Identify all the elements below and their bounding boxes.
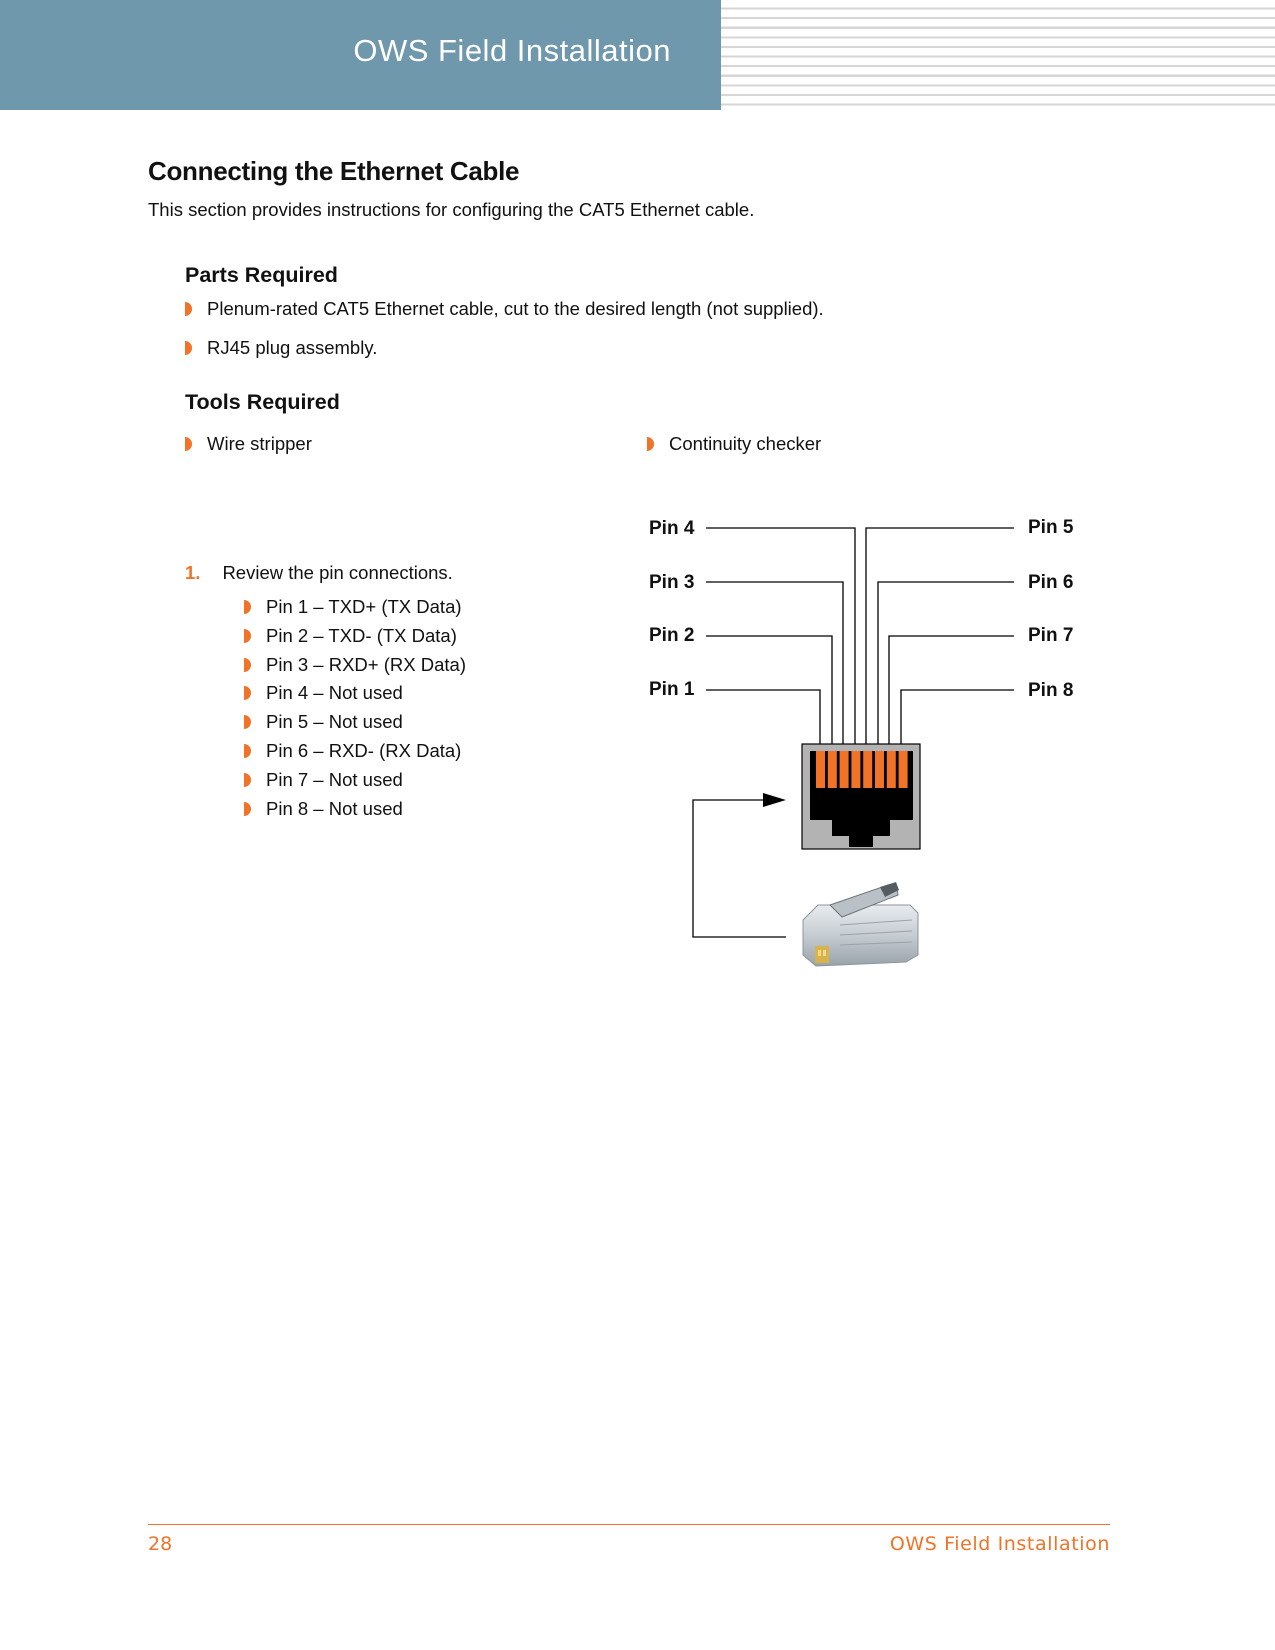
list-item-text: Plenum-rated CAT5 Ethernet cable, cut to… bbox=[207, 298, 824, 319]
pin-4-line bbox=[706, 527, 856, 745]
arrow-right-icon bbox=[692, 793, 786, 938]
bullet-icon bbox=[244, 801, 251, 816]
pin-label-3: Pin 3 bbox=[649, 572, 694, 593]
pin-list-item-text: Pin 3 – RXD+ (RX Data) bbox=[266, 653, 466, 675]
list-item: Continuity checker bbox=[647, 433, 821, 455]
pin-list-item-text: Pin 5 – Not used bbox=[266, 711, 403, 733]
header-bar: OWS Field Installation bbox=[0, 0, 721, 110]
pin-label-7: Pin 7 bbox=[1028, 625, 1073, 646]
bullet-icon bbox=[244, 657, 251, 672]
jack-contact-2 bbox=[827, 751, 837, 788]
jack-contact-7 bbox=[886, 751, 896, 788]
pin-list-item: Pin 5 – Not used bbox=[244, 711, 403, 733]
list-item-text: Continuity checker bbox=[669, 433, 822, 454]
list-item: RJ45 plug assembly. bbox=[185, 337, 377, 359]
list-item: Plenum-rated CAT5 Ethernet cable, cut to… bbox=[185, 298, 824, 320]
parts-required-heading: Parts Required bbox=[185, 263, 338, 287]
pin-7-line bbox=[888, 635, 1014, 745]
jack-contact-8 bbox=[898, 751, 908, 788]
pin-list-item-text: Pin 2 – TXD- (TX Data) bbox=[266, 624, 457, 646]
jack-contact-5 bbox=[863, 751, 873, 788]
list-item: Wire stripper bbox=[185, 433, 312, 455]
bullet-icon bbox=[647, 437, 654, 451]
jack-contact-4 bbox=[851, 751, 861, 788]
section-intro: This section provides instructions for c… bbox=[148, 199, 755, 220]
list-item-text: Wire stripper bbox=[207, 433, 312, 454]
pin-list-item-text: Pin 8 – Not used bbox=[266, 797, 403, 819]
bullet-icon bbox=[244, 628, 251, 643]
bullet-icon bbox=[244, 715, 251, 730]
pin-list-item-text: Pin 6 – RXD- (RX Data) bbox=[266, 740, 462, 761]
rj45-jack-icon bbox=[801, 743, 921, 850]
pin-list-item-text: Pin 7 – Not used bbox=[266, 768, 403, 790]
pin-3-line bbox=[706, 581, 844, 745]
page-number: 28 bbox=[148, 1533, 173, 1555]
header-title: OWS Field Installation bbox=[353, 33, 671, 68]
bullet-icon bbox=[185, 302, 192, 316]
rj45-pinout-diagram: Pin 4 Pin 3 Pin 2 Pin 1 Pin 5 Pin 6 Pin … bbox=[649, 517, 1074, 967]
jack-contact-6 bbox=[875, 751, 884, 788]
jack-contact-3 bbox=[839, 751, 849, 788]
rj45-plug-icon bbox=[802, 882, 919, 967]
bullet-icon bbox=[185, 341, 192, 355]
pin-2-line bbox=[706, 635, 833, 745]
bullet-icon bbox=[244, 686, 251, 701]
pin-label-8: Pin 8 bbox=[1028, 680, 1073, 701]
pin-list-item: Pin 2 – TXD- (TX Data) bbox=[244, 625, 457, 647]
pin-list-item: Pin 8 – Not used bbox=[244, 798, 403, 820]
pin-list-item: Pin 7 – Not used bbox=[244, 769, 403, 791]
footer-divider bbox=[148, 1524, 1110, 1525]
footer-title: OWS Field Installation bbox=[889, 1533, 1110, 1555]
pin-1-line bbox=[706, 689, 821, 745]
step-1: 1. Review the pin connections. bbox=[185, 562, 453, 584]
page-title: Connecting the Ethernet Cable bbox=[148, 156, 520, 186]
step-text: Review the pin connections. bbox=[222, 562, 453, 583]
bullet-icon bbox=[244, 744, 251, 758]
pin-label-5: Pin 5 bbox=[1028, 517, 1074, 538]
pin-list-item: Pin 6 – RXD- (RX Data) bbox=[244, 740, 461, 762]
bullet-icon bbox=[244, 772, 251, 787]
pin-8-line bbox=[900, 689, 1014, 745]
pin-list-item-text: Pin 1 – TXD+ (TX Data) bbox=[266, 596, 462, 617]
pin-label-2: Pin 2 bbox=[649, 625, 694, 646]
bullet-icon bbox=[185, 437, 192, 451]
step-number: 1. bbox=[185, 562, 201, 583]
pin-list-item: Pin 1 – TXD+ (TX Data) bbox=[244, 596, 462, 618]
pin-label-1: Pin 1 bbox=[649, 679, 695, 700]
pin-6-line bbox=[877, 581, 1014, 745]
list-item-text: RJ45 plug assembly. bbox=[207, 337, 378, 358]
pin-label-4: Pin 4 bbox=[649, 518, 695, 539]
jack-contact-1 bbox=[816, 751, 825, 788]
tools-required-heading: Tools Required bbox=[185, 390, 340, 414]
pin-5-line bbox=[865, 527, 1014, 745]
pin-label-6: Pin 6 bbox=[1028, 572, 1073, 593]
pin-list-item: Pin 3 – RXD+ (RX Data) bbox=[244, 654, 466, 676]
header-stripes bbox=[721, 0, 1275, 110]
pin-list-item: Pin 4 – Not used bbox=[244, 682, 403, 704]
pin-list-item-text: Pin 4 – Not used bbox=[266, 682, 403, 704]
bullet-icon bbox=[244, 600, 251, 614]
